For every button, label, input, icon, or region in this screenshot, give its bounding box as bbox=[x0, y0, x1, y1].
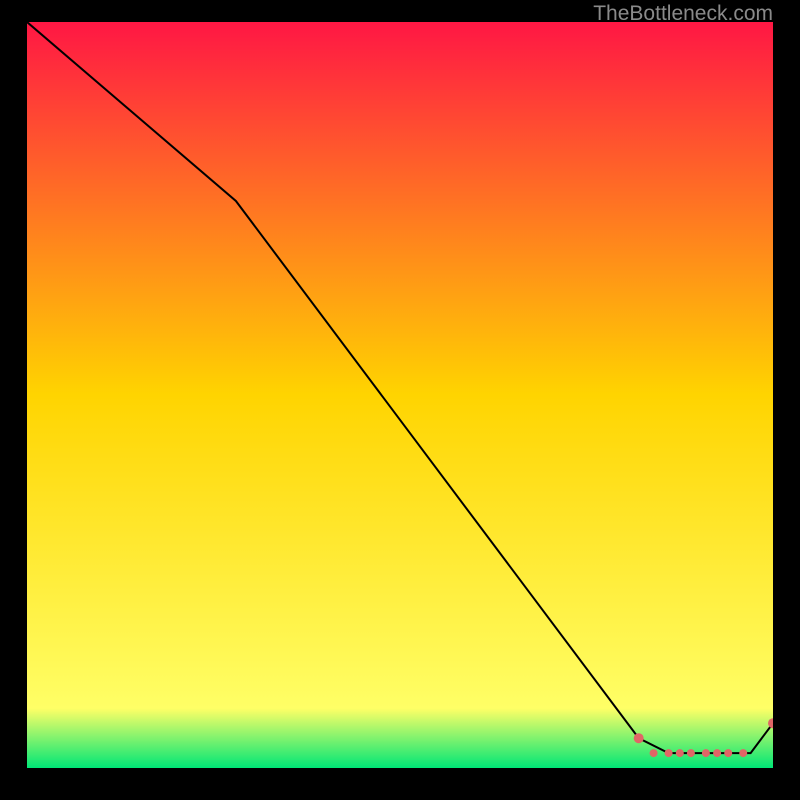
marker-dot bbox=[676, 749, 684, 757]
marker-dot bbox=[687, 749, 695, 757]
chart-background bbox=[27, 22, 773, 768]
marker-dot bbox=[634, 733, 644, 743]
marker-dot bbox=[739, 749, 747, 757]
marker-dot bbox=[724, 749, 732, 757]
chart-svg bbox=[27, 22, 773, 768]
chart-area bbox=[27, 22, 773, 768]
marker-dot bbox=[713, 749, 721, 757]
marker-dot bbox=[650, 749, 658, 757]
marker-dot bbox=[702, 749, 710, 757]
marker-dot bbox=[665, 749, 673, 757]
